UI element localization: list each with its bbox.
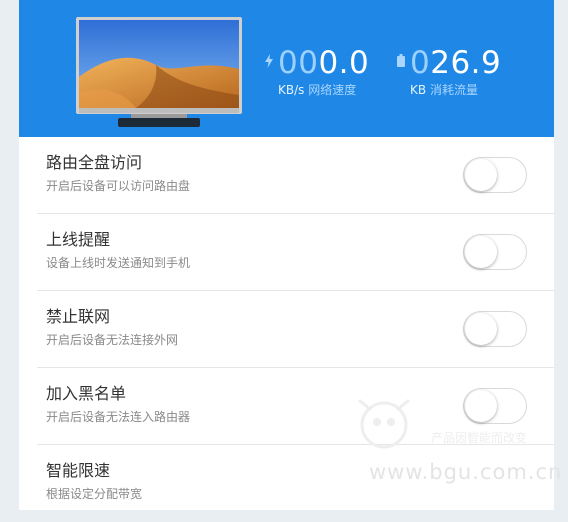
full-disk-access-toggle[interactable]: [463, 157, 527, 193]
battery-icon: [397, 54, 405, 67]
setting-row-block-internet[interactable]: 禁止联网 开启后设备无法连接外网: [19, 291, 554, 368]
setting-description: 设备上线时发送通知到手机: [46, 256, 191, 270]
tv-icon: [76, 17, 242, 127]
data-usage-value: 026.9: [410, 45, 502, 81]
setting-description: 开启后设备无法连接外网: [46, 333, 179, 347]
setting-description: 根据设定分配带宽: [46, 487, 143, 501]
setting-title: 加入黑名单: [46, 384, 127, 403]
setting-description: 开启后设备无法连入路由器: [46, 410, 191, 424]
watermark-slogan: 产品因智能而改变: [431, 431, 528, 445]
setting-title: 禁止联网: [46, 307, 111, 326]
setting-row-online-alert[interactable]: 上线提醒 设备上线时发送通知到手机: [19, 214, 554, 291]
data-usage-caption: KB 消耗流量: [410, 83, 478, 97]
lightning-icon: [265, 54, 273, 68]
toggle-knob: [465, 313, 497, 345]
setting-title: 智能限速: [46, 461, 111, 480]
data-usage-stat: 026.9 KB 消耗流量: [396, 45, 536, 105]
network-speed-caption: KB/s 网络速度: [278, 83, 357, 97]
online-alert-toggle[interactable]: [463, 234, 527, 270]
setting-title: 上线提醒: [46, 230, 111, 249]
toggle-knob: [465, 236, 497, 268]
toggle-knob: [465, 159, 497, 191]
setting-description: 开启后设备可以访问路由盘: [46, 179, 191, 193]
network-speed-value: 000.0: [278, 45, 370, 81]
setting-row-full-disk-access[interactable]: 路由全盘访问 开启后设备可以访问路由盘: [19, 137, 554, 214]
watermark: 产品因智能而改变 www.bgu.com.cn: [349, 380, 563, 490]
watermark-logo-icon: [358, 398, 410, 449]
network-speed-stat: 000.0 KB/s 网络速度: [264, 45, 394, 105]
setting-title: 路由全盘访问: [46, 153, 143, 172]
device-header: 000.0 KB/s 网络速度 026.9 KB 消耗流量: [19, 0, 554, 137]
device-detail-page: 000.0 KB/s 网络速度 026.9 KB 消耗流量 路由全盘访问 开启后…: [19, 0, 561, 510]
block-internet-toggle[interactable]: [463, 311, 527, 347]
watermark-url: www.bgu.com.cn: [369, 460, 563, 484]
